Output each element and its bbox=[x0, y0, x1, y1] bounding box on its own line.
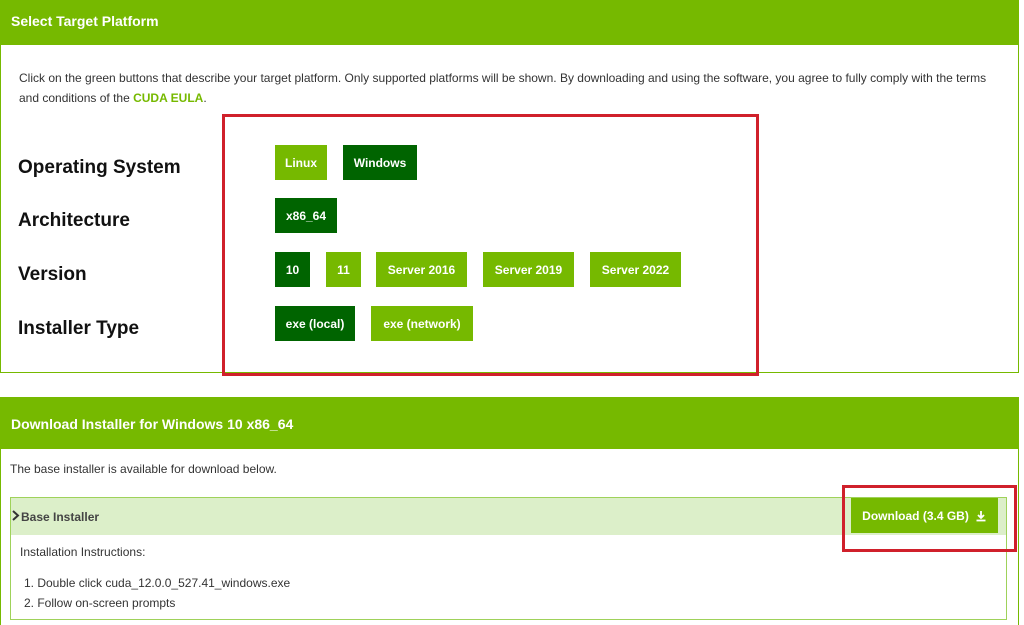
os-label: Operating System bbox=[18, 157, 181, 178]
installer-description: The base installer is available for down… bbox=[10, 462, 277, 476]
platform-options-highlight bbox=[222, 114, 759, 376]
instruction-step: 1. Double click cuda_12.0.0_527.41_windo… bbox=[24, 576, 291, 590]
installer-type-label: Installer Type bbox=[18, 318, 140, 339]
chevron-right-icon bbox=[11, 509, 21, 524]
intro-end: . bbox=[203, 91, 207, 105]
instructions-title: Installation Instructions: bbox=[20, 545, 146, 559]
instruction-step: 2. Follow on-screen prompts bbox=[24, 596, 176, 610]
intro-text: Click on the green buttons that describe… bbox=[19, 68, 1004, 108]
panel-title: Select Target Platform bbox=[1, 0, 1018, 45]
cuda-eula-link[interactable]: CUDA EULA bbox=[133, 91, 203, 105]
base-installer-label: Base Installer bbox=[21, 509, 100, 524]
instructions-list: 1. Double click cuda_12.0.0_527.41_windo… bbox=[24, 573, 290, 613]
download-button-highlight bbox=[842, 485, 1017, 552]
version-label: Version bbox=[18, 264, 87, 285]
download-panel-title: Download Installer for Windows 10 x86_64 bbox=[1, 398, 1018, 449]
architecture-label: Architecture bbox=[18, 210, 130, 231]
